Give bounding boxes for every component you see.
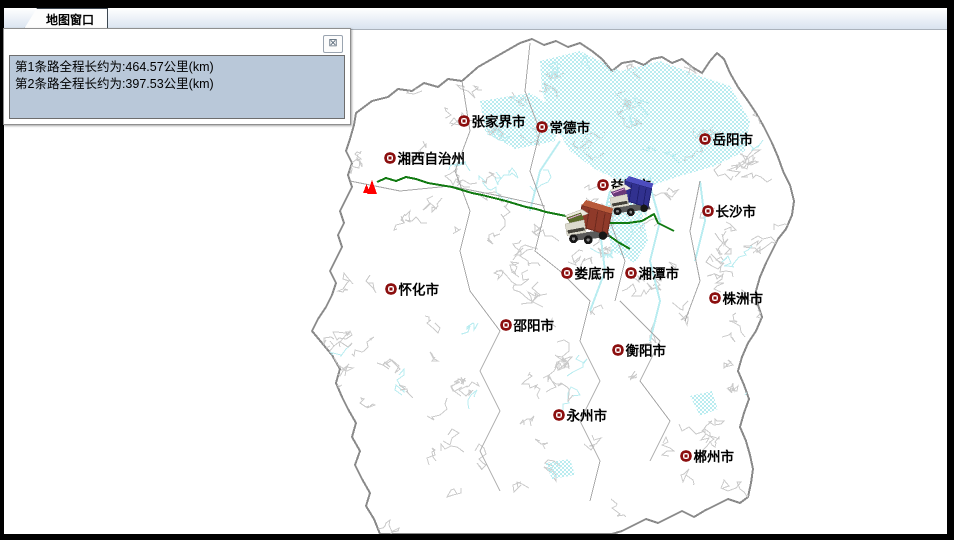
city-label: 娄底市 [575, 266, 616, 282]
city-label: 湘潭市 [639, 266, 680, 282]
city-label: 怀化市 [399, 282, 440, 298]
city-label: 湘西自治州 [398, 151, 466, 167]
city-label: 岳阳市 [713, 132, 754, 148]
city-湘西自治州: 湘西自治州 [386, 151, 466, 167]
route-1-length-text: 第1条路全程长约为:464.57公里(km) [15, 59, 339, 76]
city-label: 株洲市 [723, 291, 764, 307]
map-window: 地图窗口 湘西自治州张家界市常德市岳阳市益阳市长沙市娄底市湘潭市株洲市怀化市邵阳… [0, 0, 954, 540]
city-label: 常德市 [550, 120, 591, 136]
tab-label: 地图窗口 [38, 11, 94, 28]
city-label: 永州市 [567, 408, 608, 424]
route-info-panel: ⊠ 第1条路全程长约为:464.57公里(km) 第2条路全程长约为:397.5… [3, 28, 351, 125]
city-label: 张家界市 [472, 114, 526, 130]
close-icon[interactable]: ⊠ [323, 35, 343, 53]
city-label: 邵阳市 [513, 318, 555, 334]
tab-map-window[interactable]: 地图窗口 [24, 8, 108, 29]
route-info-textbox: 第1条路全程长约为:464.57公里(km) 第2条路全程长约为:397.53公… [9, 55, 345, 119]
tab-bar: 地图窗口 [4, 8, 947, 30]
city-label: 衡阳市 [626, 343, 667, 359]
route-2-length-text: 第2条路全程长约为:397.53公里(km) [15, 76, 339, 93]
city-label: 郴州市 [694, 449, 735, 465]
city-label: 长沙市 [716, 204, 757, 220]
